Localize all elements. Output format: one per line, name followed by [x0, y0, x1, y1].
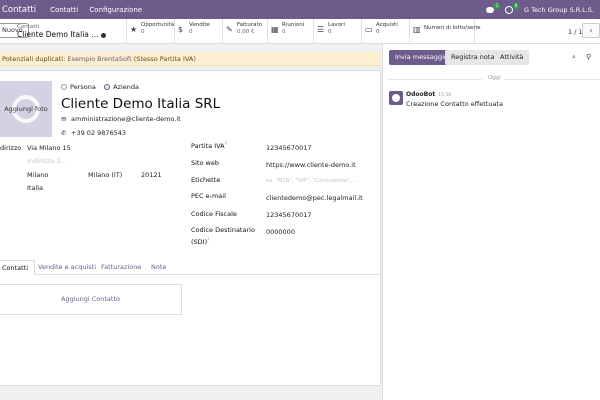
paperclip-icon[interactable]: ⚲ — [586, 53, 591, 61]
vat-field[interactable]: 12345670017 — [266, 144, 312, 152]
tab-fatturazione[interactable]: Fatturazione — [101, 260, 141, 275]
top-navbar: Contatti Contatti Configurazione 1 6 G T… — [0, 0, 600, 19]
avatar-upload[interactable]: Aggiungi foto — [0, 81, 52, 137]
email-field[interactable]: amministrazione@cliente-demo.it — [71, 115, 181, 123]
gear-icon[interactable] — [101, 32, 107, 38]
fiscal-code-field[interactable]: 12345670017 — [266, 211, 312, 219]
tags-field[interactable]: es. "B2B", "VIP", "Consulenza", ... — [266, 178, 358, 184]
sdi-label: Codice Destinatario (SDI)? — [191, 226, 255, 247]
log-note-button[interactable]: Registra nota — [445, 50, 501, 65]
calendar-icon: ▦ — [271, 25, 279, 34]
chevron-left-icon: ‹ — [589, 26, 593, 35]
sdi-field[interactable]: 0000000 — [266, 228, 295, 236]
stat-button-acquisti[interactable]: ▭ Acquisti 0 — [361, 19, 409, 43]
notebook-tabs: Contatti Vendite e acquisti Fatturazione… — [0, 260, 381, 275]
navbar-right: 1 6 G Tech Group S.R.L.S. — [485, 0, 600, 19]
barcode-icon: ▥ — [413, 25, 421, 34]
breadcrumb: Contatti Cliente Demo Italia ... — [17, 23, 107, 39]
edit-icon: ✎ — [226, 25, 233, 34]
partner-form: Aggiungi foto Persona Azienda Cliente De… — [0, 70, 381, 386]
email-row: ✉ amministrazione@cliente-demo.it — [61, 115, 181, 123]
odoobot-avatar — [389, 91, 403, 105]
pec-label: PEC e-mail — [191, 192, 226, 200]
fiscal-code-label: Codice Fiscale — [191, 210, 237, 218]
stat-button-vendite[interactable]: $ Vendite 0 — [174, 19, 222, 43]
avatar-label: Aggiungi foto — [4, 105, 48, 113]
chat-icon[interactable]: 1 — [485, 2, 500, 14]
dollar-icon: $ — [178, 25, 184, 34]
street2-field[interactable]: Indirizzo 2... — [27, 157, 67, 165]
clock-icon[interactable]: 6 — [504, 2, 519, 14]
vat-label: Partita IVA? — [191, 141, 227, 151]
state-field[interactable]: Milano (IT) — [88, 171, 122, 179]
city-field[interactable]: Milano — [27, 171, 48, 179]
credit-card-icon: ▭ — [365, 25, 373, 34]
form-sheet-area: Potenziali duplicati: Esempio BrentaSoft… — [0, 44, 382, 400]
country-field[interactable]: Italia — [27, 184, 43, 192]
duplicate-alert: Potenziali duplicati: Esempio BrentaSoft… — [0, 52, 381, 66]
website-field[interactable]: https://www.cliente-demo.it — [266, 161, 356, 169]
pec-field[interactable]: clientedemo@pec.legalmail.it — [266, 194, 363, 202]
company-switcher[interactable]: G Tech Group S.R.L.S. — [524, 6, 594, 14]
envelope-icon: ✉ — [61, 115, 67, 123]
message-author: OdooBot 15:56 — [406, 91, 452, 98]
alert-prefix: Potenziali duplicati: — [2, 55, 66, 63]
radio-checked-icon — [104, 84, 111, 90]
radio-persona[interactable]: Persona — [61, 83, 96, 91]
stat-button-opportunita[interactable]: ★ Opportunità 0 — [126, 19, 174, 43]
tags-label: Etichette — [191, 176, 221, 184]
help-icon[interactable]: ? — [207, 237, 209, 242]
tab-note[interactable]: Note — [151, 260, 166, 275]
stat-button-lotti[interactable]: ▥ Numeri di lotto/serie — [409, 19, 481, 43]
tab-contatti[interactable]: Contatti — [0, 260, 36, 275]
website-label: Sito web — [191, 159, 219, 167]
address-label: Indirizzo — [0, 144, 22, 152]
control-panel: Nuovo Contatti Cliente Demo Italia ... ★… — [0, 19, 600, 44]
date-separator: Oggi — [383, 75, 600, 81]
stat-button-lavori[interactable]: ☰ Lavori 0 — [313, 19, 361, 43]
activity-button[interactable]: Attività — [494, 50, 530, 65]
phone-field[interactable]: +39 02 9876543 — [71, 129, 126, 137]
tab-vendite-acquisti[interactable]: Vendite e acquisti — [38, 260, 96, 275]
zip-field[interactable]: 20121 — [141, 171, 162, 179]
stat-button-fatturato[interactable]: ✎ Fatturato 0,00 € — [222, 19, 267, 43]
alert-duplicate-link[interactable]: Esempio BrentaSoft — [67, 55, 131, 63]
partner-name-field[interactable]: Cliente Demo Italia SRL — [61, 96, 220, 112]
company-type-radio: Persona Azienda — [61, 83, 139, 91]
message-body: Creazione Contatto effettuata — [406, 100, 503, 108]
pager-value: 1 / 1 — [568, 28, 583, 36]
chat-badge: 1 — [493, 2, 500, 9]
street-field[interactable]: Via Milano 15 — [27, 144, 71, 152]
radio-azienda[interactable]: Azienda — [104, 83, 139, 91]
date-separator-label: Oggi — [488, 75, 501, 81]
phone-icon: ✆ — [61, 129, 67, 137]
record-title-text: Cliente Demo Italia ... — [17, 30, 99, 39]
stat-button-riunioni[interactable]: ▦ Riunioni 0 — [267, 19, 313, 43]
activity-badge: 6 — [512, 2, 519, 9]
add-contact-button[interactable]: Aggiungi Contatto — [0, 284, 182, 315]
help-icon[interactable]: ? — [225, 141, 227, 146]
record-title: Cliente Demo Italia ... — [17, 30, 107, 39]
app-name[interactable]: Contatti — [2, 5, 36, 15]
phone-row: ✆ +39 02 9876543 — [61, 129, 126, 137]
menu-item-contatti[interactable]: Contatti — [50, 6, 78, 14]
search-icon[interactable]: ⌕ — [572, 53, 576, 62]
menu-item-configurazione[interactable]: Configurazione — [89, 6, 142, 14]
radio-empty-icon — [61, 84, 67, 90]
alert-suffix: (Stesso Partita IVA) — [133, 55, 196, 63]
main-menu: Contatti Configurazione — [50, 6, 151, 14]
message-time: 15:56 — [438, 93, 452, 98]
star-icon: ★ — [130, 25, 138, 34]
chatter-panel: Invia messaggio Registra nota Attività ⌕… — [382, 44, 600, 400]
pager-previous-button[interactable]: ‹ — [582, 23, 600, 38]
list-icon: ☰ — [317, 25, 325, 34]
